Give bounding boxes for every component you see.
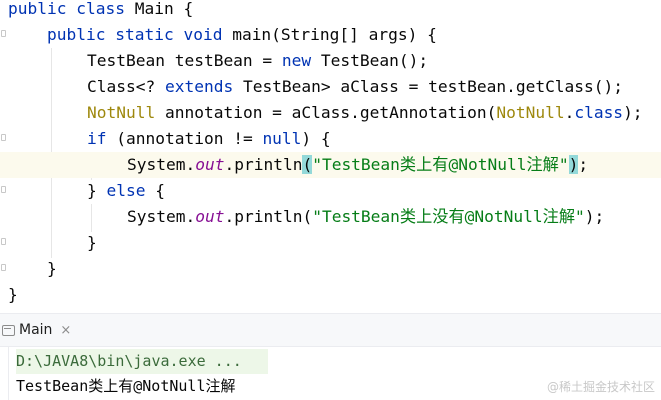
annotation-type: NotNull (87, 103, 156, 122)
code-text: annotation = aClass.getAnnotation( (155, 103, 497, 122)
code-text: { (145, 181, 165, 200)
fold-marker-icon[interactable] (1, 186, 6, 193)
keyword: null (262, 129, 302, 148)
run-tab-label: Main (19, 322, 53, 338)
code-text: System. (127, 207, 196, 226)
code-line-8: } else { (87, 178, 165, 204)
code-text: ) { (301, 129, 331, 148)
code-text: TestBean(); (311, 51, 429, 70)
string-literal: "TestBean类上有@NotNull注解" (312, 155, 569, 174)
code-text: .println( (224, 207, 313, 226)
keyword: public (8, 0, 67, 18)
keyword: void (183, 25, 223, 44)
code-text: ; (578, 155, 589, 174)
code-text: ); (623, 103, 643, 122)
close-icon[interactable]: × (60, 323, 71, 338)
keyword: class (574, 103, 624, 122)
console-gutter (0, 347, 9, 400)
code-line-12: } (8, 282, 18, 308)
matched-paren: ( (302, 155, 313, 174)
code-line-1: public class Main { (8, 0, 193, 22)
code-editor[interactable]: public class Main { public static void m… (0, 0, 661, 313)
static-field: out (195, 155, 225, 174)
fold-marker-icon[interactable] (1, 30, 6, 37)
fold-marker-icon[interactable] (1, 264, 6, 271)
code-text: main(String[] args) { (222, 25, 437, 44)
console-icon (2, 324, 15, 336)
console-command[interactable]: D:\JAVA8\bin\java.exe ... (16, 348, 242, 374)
keyword: if (87, 129, 107, 148)
code-line-10: } (87, 230, 97, 256)
code-text: System. (127, 155, 196, 174)
code-text: (annotation != (106, 129, 263, 148)
matched-paren: ) (568, 155, 579, 174)
string-literal: "TestBean类上没有@NotNull注解" (312, 207, 585, 226)
code-text: . (564, 103, 575, 122)
keyword: class (76, 0, 125, 18)
keyword: public (47, 25, 106, 44)
fold-marker-icon[interactable] (1, 238, 6, 245)
code-text: ); (584, 207, 605, 226)
code-line-5: NotNull annotation = aClass.getAnnotatio… (87, 100, 643, 126)
code-line-3: TestBean testBean = new TestBean(); (87, 48, 428, 74)
fold-marker-icon[interactable] (1, 134, 6, 141)
code-line-4: Class<? extends TestBean> aClass = testB… (87, 74, 623, 100)
code-line-9: System.out.println("TestBean类上没有@NotNull… (127, 204, 604, 230)
code-line-6: if (annotation != null) { (87, 126, 331, 152)
code-text: .println (224, 155, 303, 174)
code-text: TestBean> aClass = testBean.getClass(); (233, 77, 624, 96)
code-line-2: public static void main(String[] args) { (47, 22, 437, 48)
code-line-7-current[interactable]: System.out.println("TestBean类上有@NotNull注… (0, 152, 661, 178)
code-text: Class<? (87, 77, 165, 96)
run-tool-window-header: Main × (0, 314, 661, 347)
keyword: static (115, 25, 174, 44)
keyword: new (281, 51, 312, 70)
keyword: else (106, 181, 146, 200)
code-text: } (87, 181, 107, 200)
indent-guide (91, 204, 92, 232)
code-text: } (87, 233, 97, 252)
annotation-type: NotNull (496, 103, 565, 122)
keyword: extends (164, 77, 234, 96)
code-text: TestBean testBean = (87, 51, 282, 70)
watermark: @稀土掘金技术社区 (546, 380, 655, 394)
code-text: Main { (124, 0, 194, 18)
code-text: } (47, 259, 57, 278)
code-text: } (8, 285, 18, 304)
code-line-11: } (47, 256, 57, 282)
console-output: TestBean类上有@NotNull注解 (16, 377, 236, 395)
static-field: out (195, 207, 225, 226)
run-tab-main[interactable]: Main × (0, 314, 71, 346)
